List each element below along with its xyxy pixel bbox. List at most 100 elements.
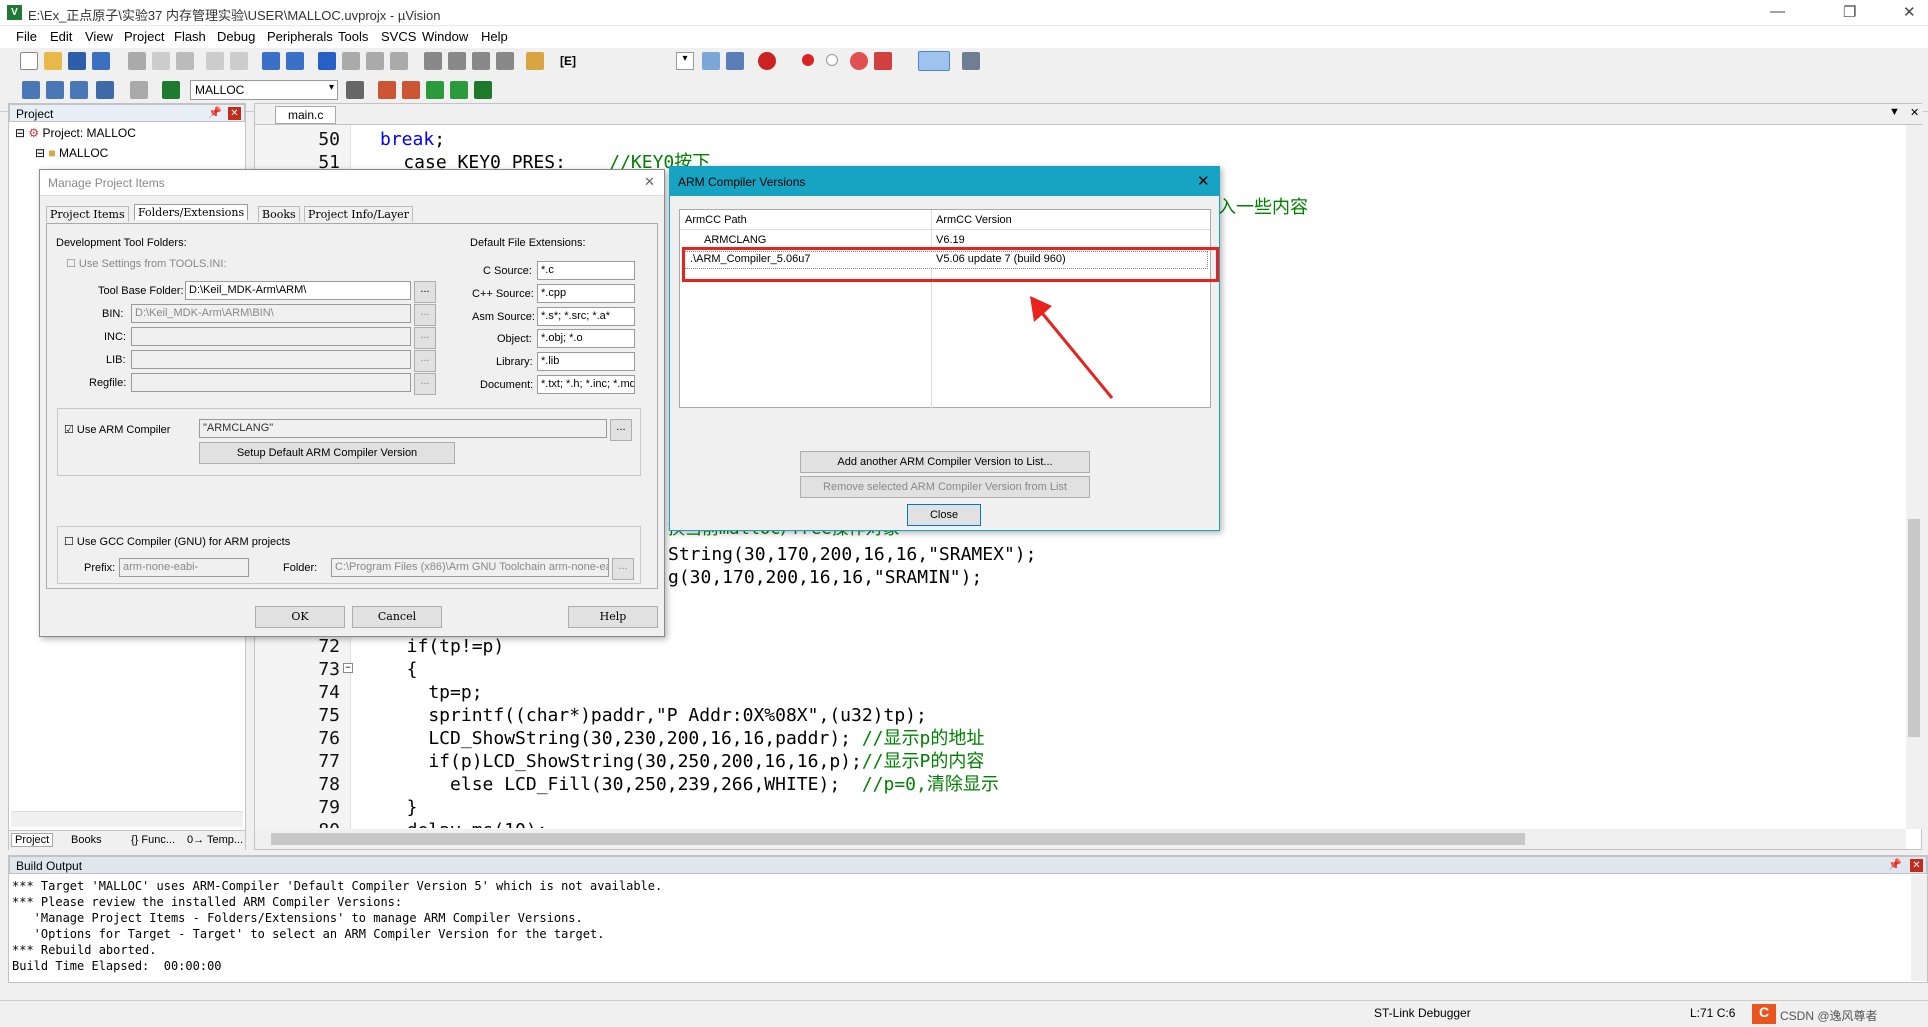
editor-vscrollbar[interactable] [1906, 125, 1922, 829]
restore-icon[interactable]: ❐ [1843, 3, 1856, 21]
compiler-row-path[interactable]: ARMCLANG [704, 234, 766, 246]
project-hscrollbar[interactable] [11, 811, 243, 827]
pack-installer-icon[interactable] [450, 81, 468, 99]
nav-back-icon[interactable] [262, 52, 280, 70]
tab-folders-extensions[interactable]: Folders/Extensions [134, 204, 249, 220]
tab-books[interactable]: Books [71, 834, 102, 846]
build-icon[interactable] [46, 81, 64, 99]
close-button[interactable]: Close [907, 504, 981, 526]
project-pane-close-icon[interactable]: ✕ [228, 107, 241, 120]
bookmark-clear-icon[interactable] [390, 52, 408, 70]
editor-close-icon[interactable]: ✕ [1910, 106, 1919, 119]
uncomment-icon[interactable] [496, 52, 514, 70]
nav-forward-icon[interactable] [286, 52, 304, 70]
col-armcc-version[interactable]: ArmCC Version [936, 214, 1012, 226]
ext-document-field[interactable]: *.txt; *.h; *.inc; *.md [537, 375, 635, 394]
start-debug-icon[interactable] [758, 52, 776, 70]
regfile-browse-button[interactable]: ... [414, 373, 436, 395]
lib-field[interactable] [131, 350, 411, 369]
tab-project-info-layer[interactable]: Project Info/Layer [304, 206, 413, 222]
build-vscrollbar[interactable] [1911, 875, 1927, 981]
arm-compiler-browse-button[interactable]: ... [610, 419, 632, 441]
menu-tools[interactable]: Tools [338, 29, 368, 44]
ext-library-field[interactable]: *.lib [537, 352, 635, 371]
breakpoint-insert-icon[interactable] [802, 54, 814, 66]
menu-help[interactable]: Help [481, 29, 508, 44]
project-root[interactable]: ⊟ ⚙ Project: MALLOC [15, 126, 136, 140]
batch-build-icon[interactable] [96, 81, 114, 99]
menu-flash[interactable]: Flash [174, 29, 206, 44]
code-line[interactable]: if(tp!=p) [385, 635, 505, 658]
tab-books[interactable]: Books [258, 206, 300, 222]
fold-icon[interactable]: − [343, 663, 353, 673]
dialog-close-icon[interactable]: ✕ [644, 174, 655, 190]
open-folder-icon[interactable] [44, 52, 62, 70]
code-line[interactable]: delay_ms(10); [385, 819, 548, 828]
menu-edit[interactable]: Edit [50, 29, 72, 44]
target-options-icon[interactable] [346, 81, 364, 99]
editor-hscroll-thumb[interactable] [271, 833, 1525, 845]
run-time-env-icon[interactable] [474, 81, 492, 99]
target-select[interactable]: MALLOC ▾ [190, 80, 338, 100]
bin-browse-button[interactable]: ... [414, 304, 436, 326]
pin-icon[interactable]: 📌 [1888, 858, 1902, 871]
col-armcc-path[interactable]: ArmCC Path [685, 214, 747, 226]
tab-project[interactable]: Project [11, 833, 54, 847]
editor-vscroll-thumb[interactable] [1908, 519, 1920, 737]
use-gcc-checkbox[interactable]: ☐ Use GCC Compiler (GNU) for ARM project… [64, 535, 290, 548]
find-in-files-icon[interactable] [526, 52, 544, 70]
bookmark-prev-icon[interactable] [342, 52, 360, 70]
use-tools-ini-checkbox[interactable]: ☐ Use Settings from TOOLS.INI: [66, 257, 226, 270]
arm-compiler-field[interactable]: "ARMCLANG" [199, 419, 607, 438]
help-button[interactable]: Help [568, 606, 658, 628]
inc-field[interactable] [131, 327, 411, 346]
translate-icon[interactable] [22, 81, 40, 99]
breakpoint-disable-all-icon[interactable] [850, 52, 868, 70]
gcc-folder-browse-button[interactable]: ... [612, 558, 634, 580]
rebuild-icon[interactable] [70, 81, 88, 99]
configure-icon[interactable] [962, 52, 980, 70]
tab-list-chevron-icon[interactable]: ▼ [1889, 106, 1900, 118]
compiler-list[interactable]: ArmCC Path ArmCC Version ARMCLANG V6.19 … [679, 209, 1211, 409]
window-layout-icon[interactable] [918, 51, 950, 71]
paste-icon[interactable] [176, 52, 194, 70]
ext-cpp-field[interactable]: *.cpp [537, 284, 635, 303]
remove-compiler-button[interactable]: Remove selected ARM Compiler Version fro… [800, 476, 1090, 498]
close-icon[interactable]: ✕ [1903, 3, 1916, 21]
ok-button[interactable]: OK [255, 606, 345, 628]
add-compiler-button[interactable]: Add another ARM Compiler Version to List… [800, 451, 1090, 473]
redo-icon[interactable] [230, 52, 248, 70]
menu-view[interactable]: View [85, 29, 113, 44]
use-arm-compiler-checkbox[interactable]: ☑ Use ARM Compiler [64, 423, 170, 436]
menu-project[interactable]: Project [124, 29, 164, 44]
build-output-close-icon[interactable]: ✕ [1910, 859, 1923, 872]
ext-c-field[interactable]: *.c [537, 261, 635, 280]
unindent-icon[interactable] [448, 52, 466, 70]
code-line[interactable]: sprintf((char*)paddr,"P Addr:0X%08X",(u3… [385, 704, 927, 727]
gcc-folder-field[interactable]: C:\Program Files (x86)\Arm GNU Toolchain… [331, 558, 609, 577]
bookmark-next-icon[interactable] [366, 52, 384, 70]
tab-project-items[interactable]: Project Items [46, 206, 129, 222]
ext-object-field[interactable]: *.obj; *.o [537, 329, 635, 348]
code-line[interactable]: break; [380, 128, 445, 151]
manage-components-icon[interactable] [402, 81, 420, 99]
save-icon[interactable] [68, 52, 86, 70]
menu-file[interactable]: File [16, 29, 37, 44]
dialog-close-icon[interactable]: ✕ [1197, 172, 1210, 190]
stop-build-icon[interactable] [130, 81, 148, 99]
cancel-button[interactable]: Cancel [352, 606, 442, 628]
breakpoint-kill-all-icon[interactable] [874, 52, 892, 70]
bin-field[interactable]: D:\Keil_MDK-Arm\ARM\BIN\ [131, 304, 411, 323]
code-line[interactable]: } [385, 796, 418, 819]
tab-functions[interactable]: {} Func... [131, 834, 175, 846]
comment-icon[interactable] [472, 52, 490, 70]
code-line[interactable]: LCD_ShowString(30,230,200,16,16,paddr); … [385, 727, 984, 750]
find-box[interactable]: [E] [560, 54, 576, 68]
code-line[interactable]: { [385, 658, 418, 681]
save-all-icon[interactable] [92, 52, 110, 70]
regfile-field[interactable] [131, 373, 411, 392]
lib-browse-button[interactable]: ... [414, 350, 436, 372]
pin-icon[interactable]: 📌 [208, 106, 222, 119]
new-file-icon[interactable] [20, 52, 38, 70]
indent-icon[interactable] [424, 52, 442, 70]
